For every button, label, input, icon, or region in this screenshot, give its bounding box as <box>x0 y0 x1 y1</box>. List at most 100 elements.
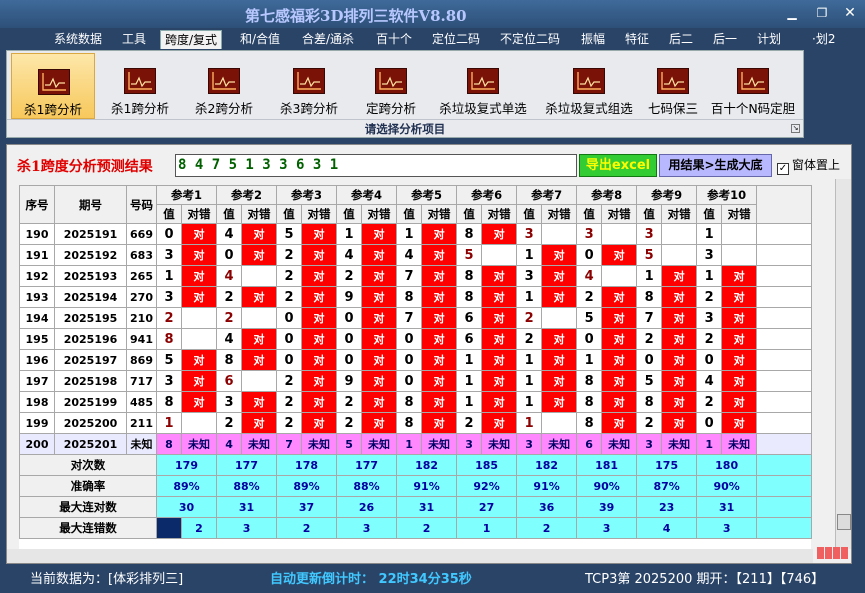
value-cell: 5 <box>576 307 603 329</box>
table-row[interactable]: 194 2025195 210 2 2 0 对 0 对 7 对 6 对 2 5 对 7 对 3 对 <box>19 307 813 329</box>
value-cell: 0 <box>696 349 723 371</box>
value-cell: 2 <box>696 328 723 350</box>
row-filler <box>756 496 813 518</box>
menu-system-data[interactable]: 系统数据 <box>54 30 102 49</box>
result-field[interactable]: 8 4 7 5 1 3 3 6 3 1 <box>175 154 577 177</box>
check-cell <box>661 223 698 245</box>
menu-amplitude[interactable]: 振幅 <box>581 30 605 49</box>
ribbon-kill2-span[interactable]: 杀2跨分析 <box>183 53 265 119</box>
close-icon[interactable]: ✕ <box>840 4 860 22</box>
ribbon-fixed-span[interactable]: 定跨分析 <box>353 53 429 119</box>
col-header-period: 期号 <box>54 185 127 224</box>
vertical-scrollbar[interactable] <box>835 179 851 549</box>
menu-feature[interactable]: 特征 <box>625 30 649 49</box>
scrollbar-thumb[interactable] <box>837 514 851 530</box>
table-row[interactable]: 191 2025192 683 3 对 0 对 2 对 4 对 4 对 5 1 对 0 对 5 3 <box>19 244 813 266</box>
table-row[interactable]: 197 2025198 717 3 对 6 2 对 9 对 0 对 1 对 1 对 8 对 5 对 4 对 <box>19 370 813 392</box>
maximize-icon[interactable]: ❐ <box>812 4 832 22</box>
table-row[interactable]: 198 2025199 485 8 对 3 对 2 对 2 对 8 对 1 对 1 对 8 对 8 对 2 对 <box>19 391 813 413</box>
value-cell: 1 <box>396 223 423 245</box>
check-header: 对错 <box>541 204 578 224</box>
table-row[interactable]: 199 2025200 211 1 2 对 2 对 2 对 8 对 2 对 1 8 对 2 对 0 对 <box>19 412 813 434</box>
ribbon-kill1-span-b[interactable]: 杀1跨分析 <box>99 53 181 119</box>
prediction-check-cell: 未知 <box>481 433 518 455</box>
table-row[interactable]: 196 2025197 869 5 对 8 对 0 对 0 对 0 对 1 对 1 对 1 对 0 对 0 对 <box>19 349 813 371</box>
value-cell: 4 <box>216 328 243 350</box>
value-cell: 8 <box>576 370 603 392</box>
check-cell: 对 <box>481 370 518 392</box>
number-cell: 210 <box>126 307 157 329</box>
check-cell: 对 <box>361 412 398 434</box>
ribbon-kill-junk-group[interactable]: 杀垃圾复式组选 <box>537 53 641 119</box>
menu-sum[interactable]: 和/合值 <box>240 30 280 49</box>
check-cell: 对 <box>361 307 398 329</box>
ribbon-n-code-dan[interactable]: 百十个N码定胆 <box>705 53 801 119</box>
stats-value-cell: 88% <box>216 475 278 497</box>
check-cell: 对 <box>241 286 278 308</box>
stats-value-cell: 89% <box>155 475 218 497</box>
menu-plan2[interactable]: ·划2 <box>812 30 835 49</box>
value-cell: 5 <box>636 244 663 266</box>
value-cell: 1 <box>516 286 543 308</box>
stats-value-cell: 2 <box>276 517 338 539</box>
analysis-chart-icon <box>38 69 70 95</box>
value-cell: 3 <box>156 286 182 308</box>
check-cell: 对 <box>421 349 458 371</box>
menu-last-two[interactable]: 后二 <box>669 30 693 49</box>
value-cell: 2 <box>696 391 723 413</box>
check-cell: 对 <box>601 244 638 266</box>
stats-value-cell: 90% <box>576 475 638 497</box>
check-header: 对错 <box>421 204 458 224</box>
stats-value-cell: 88% <box>336 475 398 497</box>
ribbon-seven-code[interactable]: 七码保三 <box>643 53 703 119</box>
menu-last-one[interactable]: 后一 <box>713 30 737 49</box>
menu-digits[interactable]: 百十个 <box>376 30 412 49</box>
app-title: 第七感福彩3D排列三软件V8.80 <box>245 7 467 25</box>
ribbon-kill3-span[interactable]: 杀3跨分析 <box>267 53 351 119</box>
number-cell: 211 <box>126 412 157 434</box>
check-cell <box>721 244 758 266</box>
current-data-label: 当前数据为：[体彩排列三] <box>30 572 184 587</box>
menu-unfixed-pair[interactable]: 不定位二码 <box>500 30 560 49</box>
value-cell: 2 <box>216 286 243 308</box>
menu-diff[interactable]: 合差/通杀 <box>302 30 354 49</box>
table-row[interactable]: 192 2025193 265 1 对 4 2 对 2 对 7 对 8 对 3 对 4 1 对 1 对 <box>19 265 813 287</box>
horizontal-scrollbar[interactable] <box>7 549 813 563</box>
menu-fixed-pair[interactable]: 定位二码 <box>432 30 480 49</box>
value-cell: 8 <box>636 391 663 413</box>
row-filler <box>756 475 813 497</box>
analysis-chart-icon <box>573 68 605 94</box>
prediction-check-cell: 未知 <box>241 433 278 455</box>
table-row[interactable]: 190 2025191 669 0 对 4 对 5 对 1 对 1 对 8 对 3 3 3 1 <box>19 223 813 245</box>
check-cell: 对 <box>721 286 758 308</box>
generate-base-button[interactable]: 用结果>生成大底 <box>659 154 772 177</box>
number-cell: 717 <box>126 370 157 392</box>
stats-value-cell: 185 <box>456 454 518 476</box>
ribbon-kill-junk-single[interactable]: 杀垃圾复式单选 <box>431 53 535 119</box>
prediction-row[interactable]: 200 2025201 未知 8 未知 4 未知 7 未知 5 未知 1 未知 3 未知 3 未知 6 未知 3 未知 1… <box>19 433 813 455</box>
menu-plan[interactable]: 计划 <box>757 30 781 49</box>
ribbon-kill1-span-a[interactable]: 杀1跨分析 <box>11 53 95 119</box>
value-cell: 9 <box>336 370 363 392</box>
expand-icon[interactable]: ↘ <box>791 124 800 133</box>
check-cell: 对 <box>481 265 518 287</box>
table-row[interactable]: 193 2025194 270 3 对 2 对 2 对 9 对 8 对 8 对 1 对 2 对 8 对 2 对 <box>19 286 813 308</box>
check-cell: 对 <box>661 391 698 413</box>
minimize-icon[interactable]: ▁ <box>782 4 802 22</box>
stats-value-cell: 37 <box>276 496 338 518</box>
table-row[interactable]: 195 2025196 941 8 4 对 0 对 0 对 0 对 6 对 2 对 0 对 2 对 2 对 <box>19 328 813 350</box>
menu-span-multiple[interactable]: 跨度/复式 <box>160 30 223 49</box>
menu-tools[interactable]: 工具 <box>122 30 146 49</box>
stats-row: 准确率 89% 88% 89% 88% 91% 92% 91% 90% 87% 90% <box>19 475 813 497</box>
number-cell: 941 <box>126 328 157 350</box>
stats-value-cell: 2 <box>396 517 458 539</box>
always-on-top-checkbox[interactable]: ✓ 窗体置上 <box>777 156 840 175</box>
value-cell: 8 <box>456 286 483 308</box>
value-cell: 0 <box>336 349 363 371</box>
export-excel-button[interactable]: 导出excel <box>579 154 657 177</box>
analysis-chart-icon <box>293 68 325 94</box>
period-cell: 2025201 <box>54 433 127 455</box>
number-cell: 265 <box>126 265 157 287</box>
period-cell: 2025197 <box>54 349 127 371</box>
value-cell: 1 <box>516 349 543 371</box>
